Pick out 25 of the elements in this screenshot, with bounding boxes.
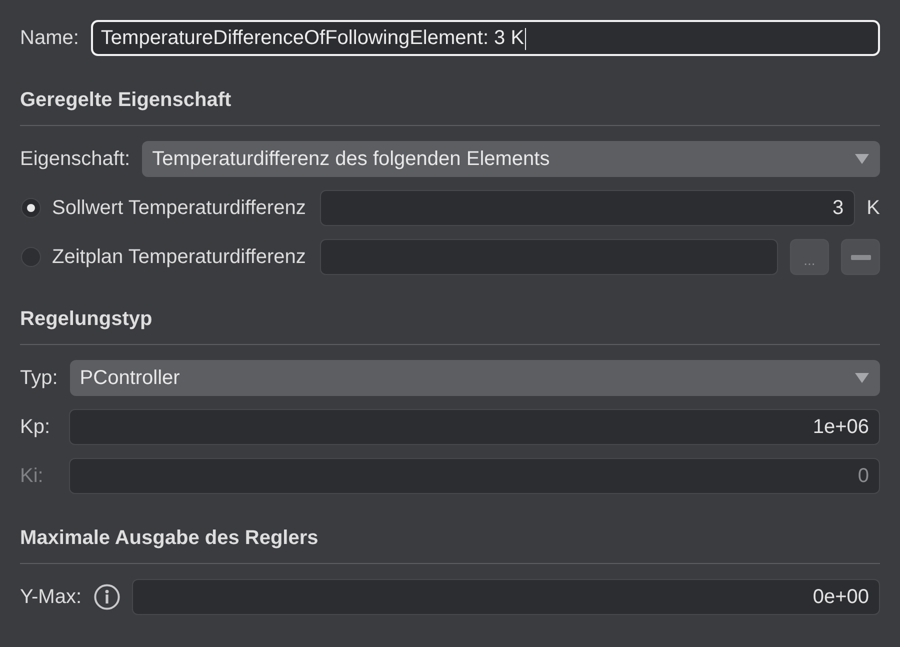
- radio-button[interactable]: [21, 198, 41, 218]
- field-label: Typ:: [20, 366, 58, 390]
- field-label: Y-Max:: [20, 585, 82, 609]
- field-label: Ki:: [20, 464, 44, 488]
- radio-button[interactable]: [21, 247, 41, 267]
- minus-icon: [850, 254, 870, 260]
- dropdown[interactable]: PController: [70, 360, 880, 396]
- unit-label: K: [866, 196, 880, 220]
- section-heading: Maximale Ausgabe des Reglers: [20, 526, 320, 550]
- section-heading: Regelungstyp: [20, 307, 154, 331]
- text-field[interactable]: [320, 239, 778, 275]
- dropdown-arrow-icon: [855, 154, 869, 164]
- option-label: Sollwert Temperaturdifferenz: [52, 196, 306, 220]
- name-label: Name:: [20, 26, 79, 50]
- field-label: Eigenschaft:: [20, 147, 130, 171]
- text-field[interactable]: 3: [320, 190, 855, 226]
- info-icon[interactable]: [94, 584, 120, 610]
- dropdown[interactable]: Temperaturdifferenz des folgenden Elements: [142, 141, 880, 177]
- option-label: Zeitplan Temperaturdifferenz: [52, 245, 306, 269]
- section-heading: Geregelte Eigenschaft: [20, 88, 232, 112]
- number-field[interactable]: 0e+00: [132, 579, 880, 615]
- number-field[interactable]: 1e+06: [69, 409, 880, 445]
- dropdown-arrow-icon: [855, 373, 869, 383]
- name-field[interactable]: TemperatureDifferenceOfFollowingElement: 3 K: [90, 20, 880, 56]
- field-label: Kp:: [20, 415, 52, 439]
